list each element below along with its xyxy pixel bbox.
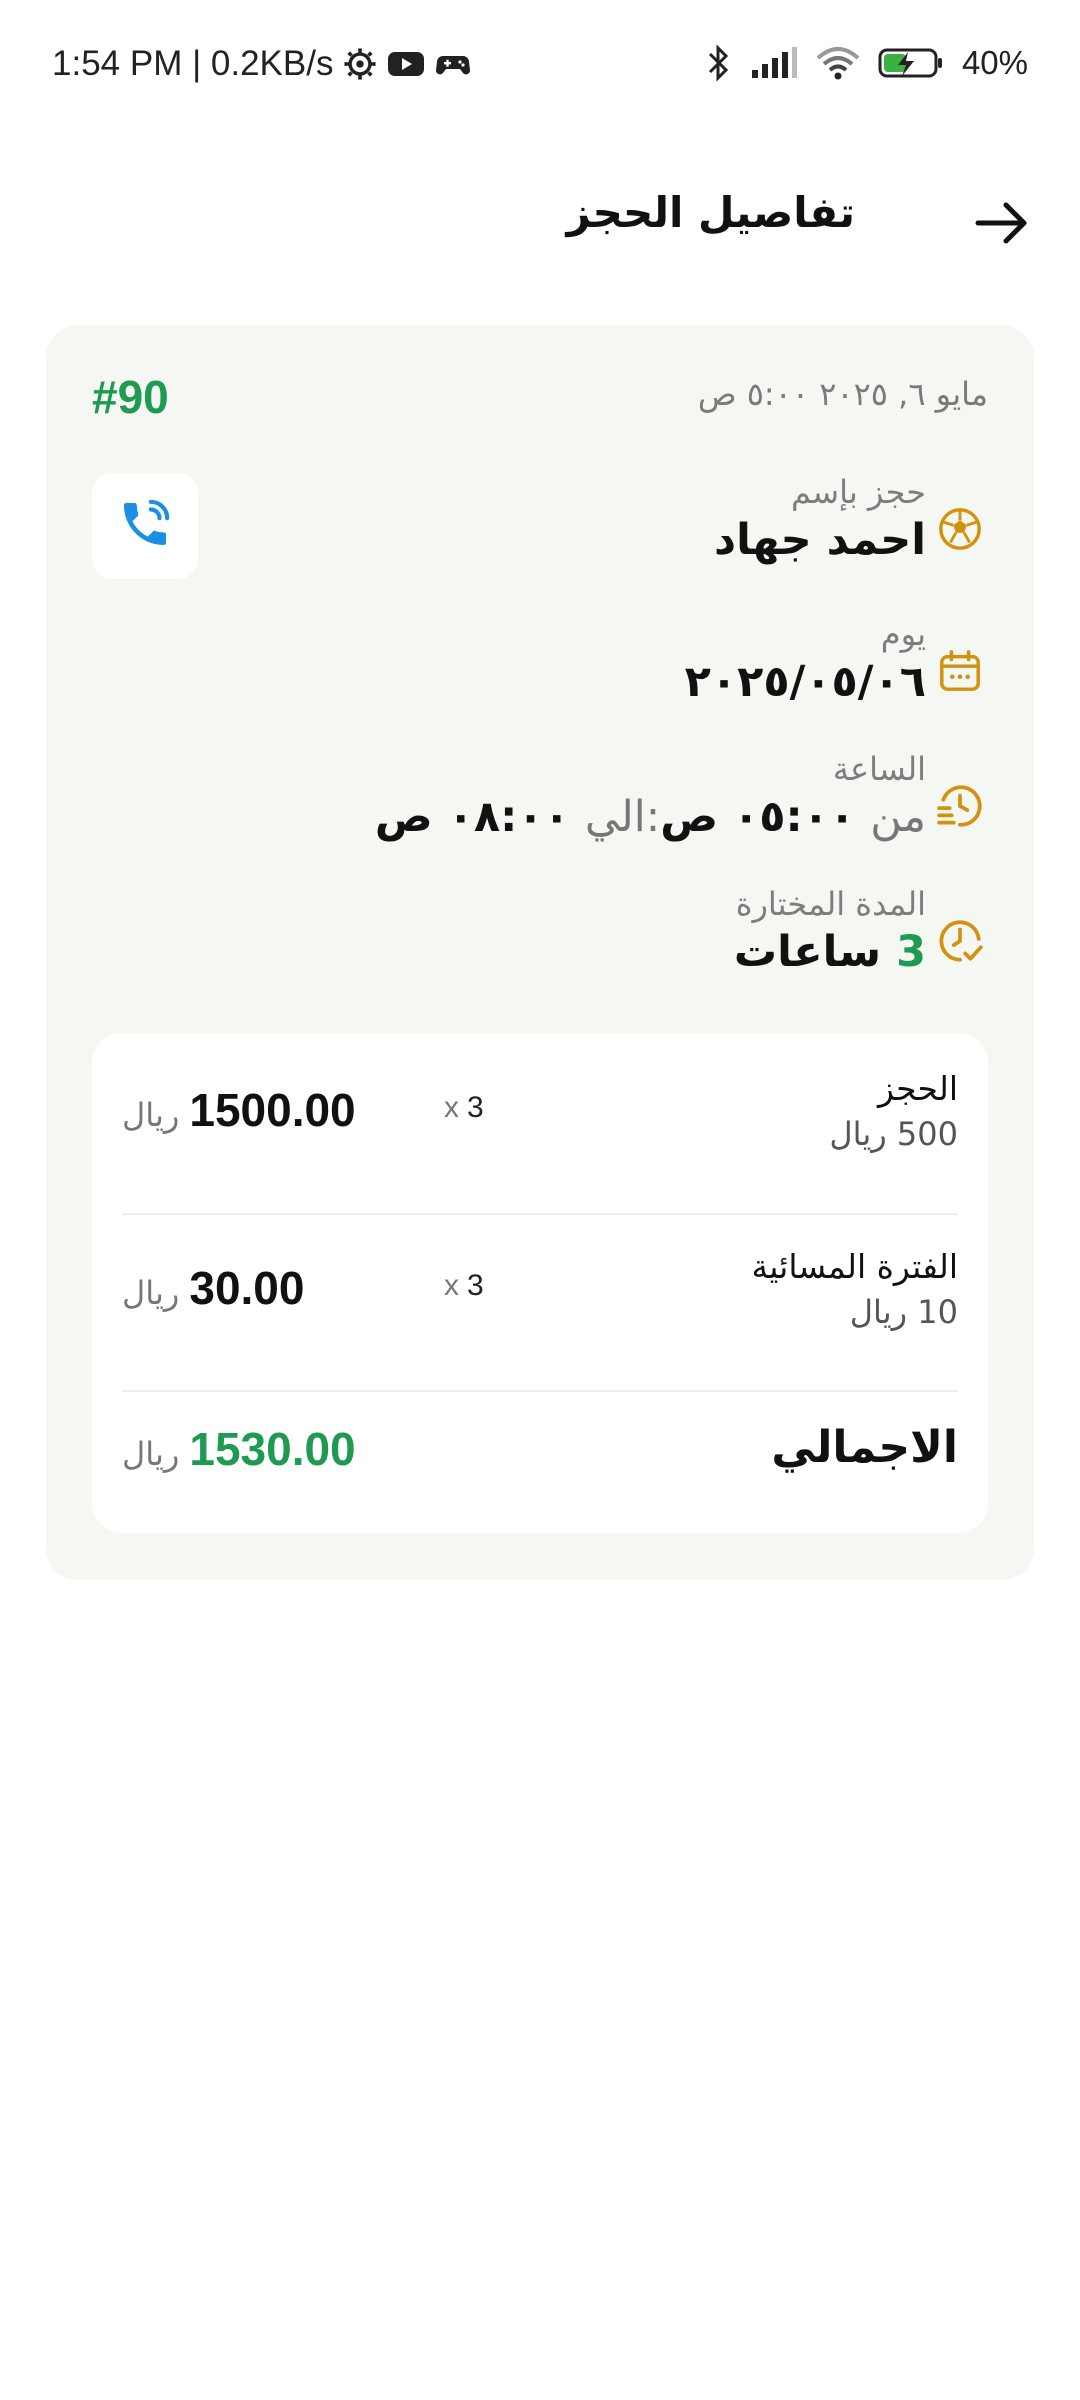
booking-name-row: حجز بإسم احمد جهاد	[88, 473, 988, 593]
status-right: 40%	[706, 44, 1028, 82]
battery-charging-icon	[878, 46, 944, 80]
status-bar: 1:54 PM | 0.2KB/s 40%	[0, 0, 1080, 135]
booking-duration-value: 3 ساعات	[734, 927, 926, 977]
booking-day-label: يوم	[880, 615, 926, 653]
wifi-icon	[816, 46, 860, 80]
total-label: الاجمالي	[771, 1422, 958, 1473]
price-line-amount: ريال 1500.00	[122, 1084, 356, 1136]
soccer-ball-icon	[932, 501, 988, 557]
arrow-right-icon	[974, 200, 1030, 250]
bluetooth-icon	[706, 44, 732, 82]
duration-unit: ساعات	[733, 927, 882, 977]
booking-duration-row: المدة المختارة 3 ساعات	[88, 885, 988, 1005]
booking-number: #90	[92, 371, 169, 423]
clock-schedule-icon	[932, 778, 988, 834]
calendar-icon	[932, 643, 988, 699]
price-line-qty: x3	[444, 1269, 484, 1302]
booking-time-row: الساعة من ٠٥:٠٠ ص:الي ٠٨:٠٠ ص	[88, 750, 988, 870]
booking-name-label: حجز بإسم	[790, 473, 926, 511]
time-from-word: من	[870, 792, 926, 842]
booking-created-date: مايو ٦, ٢٠٢٥ ٥:٠٠ ص	[697, 375, 988, 413]
booking-day-row: يوم ٢٠٢٥/٠٥/٠٦	[88, 615, 988, 735]
price-line-unit: 10 ريال	[849, 1293, 958, 1331]
time-from: ٠٥:٠٠ ص	[660, 792, 856, 842]
price-line-qty: x3	[444, 1091, 484, 1124]
time-to-word: :الي	[584, 792, 661, 842]
youtube-icon	[387, 49, 425, 79]
booking-day-value: ٢٠٢٥/٠٥/٠٦	[684, 657, 926, 707]
duration-number: 3	[896, 927, 926, 977]
settings-gear-icon	[343, 47, 377, 81]
booking-name-value: احمد جهاد	[714, 515, 926, 565]
back-button[interactable]	[962, 190, 1042, 260]
price-line-name: الحجز	[877, 1069, 958, 1108]
booking-time-value: من ٠٥:٠٠ ص:الي ٠٨:٠٠ ص	[375, 792, 926, 842]
page-title: تفاصيل الحجز	[566, 188, 855, 237]
status-left: 1:54 PM | 0.2KB/s	[52, 44, 471, 84]
price-line-name: الفترة المسائية	[751, 1247, 959, 1286]
booking-card: #90 مايو ٦, ٢٠٢٥ ٥:٠٠ ص حجز بإسم احمد جه…	[46, 325, 1034, 1580]
booking-time-label: الساعة	[832, 750, 926, 788]
signal-icon	[750, 46, 798, 80]
status-time-speed: 1:54 PM | 0.2KB/s	[52, 44, 334, 83]
price-line-amount: ريال 30.00	[122, 1262, 305, 1314]
time-to: ٠٨:٠٠ ص	[374, 792, 570, 842]
price-total-row: الاجمالي ريال 1530.00	[122, 1380, 958, 1530]
clock-check-icon	[932, 913, 988, 969]
booking-duration-label: المدة المختارة	[735, 885, 926, 923]
price-summary: الحجز 500 ريال x3 ريال 1500.00 الفترة الم…	[92, 1033, 988, 1533]
price-line-unit: 500 ريال	[829, 1115, 958, 1153]
price-line-booking: الحجز 500 ريال x3 ريال 1500.00	[122, 1033, 958, 1183]
app-header: تفاصيل الحجز	[0, 170, 1080, 270]
price-line-evening: الفترة المسائية 10 ريال x3 ريال 30.00	[122, 1211, 958, 1361]
gamepad-icon	[435, 50, 471, 78]
total-amount: ريال 1530.00	[122, 1423, 356, 1475]
battery-level: 40%	[961, 44, 1028, 81]
